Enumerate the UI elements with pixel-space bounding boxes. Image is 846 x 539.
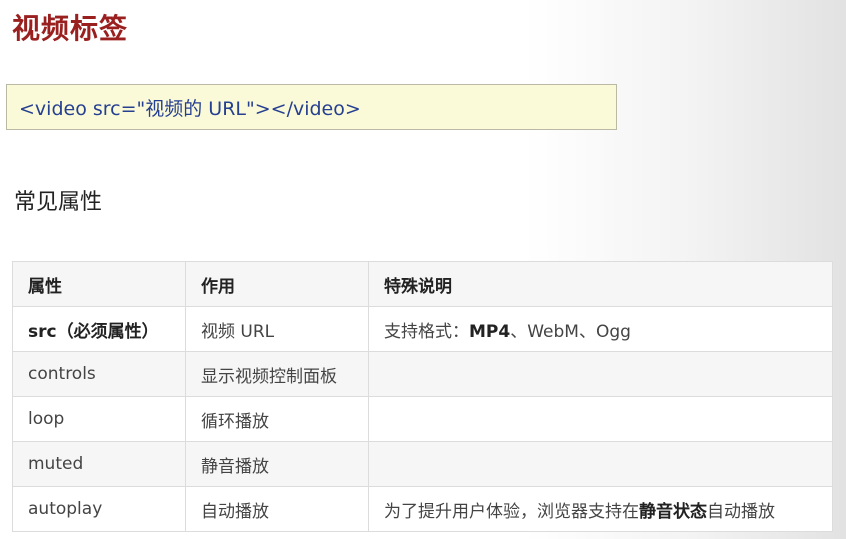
attr-cell: controls: [12, 351, 186, 397]
attr-cell: src（必须属性）: [12, 306, 186, 352]
table-header-attribute: 属性: [12, 261, 186, 307]
table-header-row: 属性 作用 特殊说明: [12, 261, 833, 307]
code-example-box: <video src="视频的 URL"></video>: [6, 84, 617, 130]
table-row: loop 循环播放: [12, 396, 833, 442]
note-cell: 支持格式：MP4、WebM、Ogg: [368, 306, 833, 352]
note-text: 自动播放: [707, 501, 775, 522]
attributes-table: 属性 作用 特殊说明 src（必须属性） 视频 URL 支持格式：MP4、Web…: [12, 261, 833, 532]
note-cell: [368, 396, 833, 442]
effect-cell: 自动播放: [185, 486, 369, 532]
table-row: autoplay 自动播放 为了提升用户体验，浏览器支持在静音状态自动播放: [12, 486, 833, 532]
attr-cell: autoplay: [12, 486, 186, 532]
note-text: 、WebM、Ogg: [510, 321, 631, 342]
note-emphasis: 静音状态: [639, 501, 707, 522]
attr-cell: loop: [12, 396, 186, 442]
code-example: <video src="视频的 URL"></video>: [19, 97, 361, 120]
effect-cell: 视频 URL: [185, 306, 369, 352]
section-heading: 常见属性: [14, 190, 103, 215]
page-title: 视频标签: [12, 12, 129, 45]
effect-cell: 显示视频控制面板: [185, 351, 369, 397]
table-row: muted 静音播放: [12, 441, 833, 487]
note-emphasis: MP4: [469, 321, 511, 342]
attr-cell: muted: [12, 441, 186, 487]
note-text: 为了提升用户体验，浏览器支持在: [384, 501, 639, 522]
note-cell: [368, 441, 833, 487]
table-row: controls 显示视频控制面板: [12, 351, 833, 397]
effect-cell: 循环播放: [185, 396, 369, 442]
table-header-note: 特殊说明: [368, 261, 833, 307]
note-text: 支持格式：: [384, 321, 469, 342]
note-cell: [368, 351, 833, 397]
table-header-effect: 作用: [185, 261, 369, 307]
effect-cell: 静音播放: [185, 441, 369, 487]
note-cell: 为了提升用户体验，浏览器支持在静音状态自动播放: [368, 486, 833, 532]
table-row: src（必须属性） 视频 URL 支持格式：MP4、WebM、Ogg: [12, 306, 833, 352]
